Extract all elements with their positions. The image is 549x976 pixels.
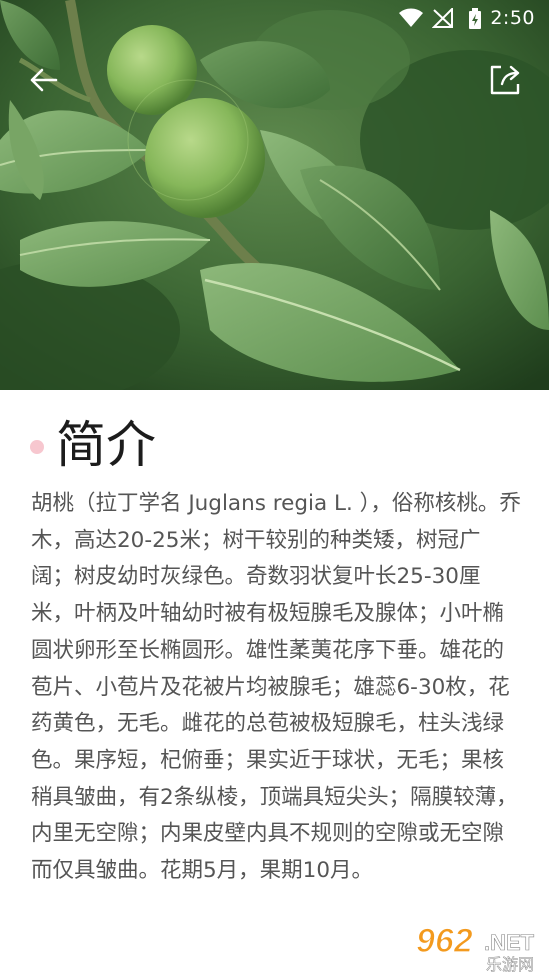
site-watermark: 962 .NET 乐游网 bbox=[414, 920, 544, 974]
title-bullet-dot bbox=[30, 440, 44, 454]
arrow-left-icon bbox=[30, 68, 58, 92]
wifi-icon bbox=[399, 8, 423, 27]
back-button[interactable] bbox=[26, 62, 62, 98]
watermark-suffix: .NET bbox=[484, 930, 535, 955]
watermark-number: 962 bbox=[416, 922, 473, 960]
share-button[interactable] bbox=[487, 62, 523, 98]
article-body: 胡桃（拉丁学名 Juglans regia L. ），俗称核桃。乔木，高达20-… bbox=[31, 491, 521, 884]
section-title: 简介 bbox=[56, 416, 156, 474]
status-bar: 2:50 bbox=[0, 0, 549, 36]
share-icon bbox=[490, 65, 520, 95]
no-signal-icon bbox=[432, 8, 453, 28]
hero-image bbox=[0, 0, 549, 390]
watermark-subtitle: 乐游网 bbox=[486, 955, 534, 972]
battery-charging-icon bbox=[469, 8, 481, 29]
status-time: 2:50 bbox=[490, 7, 535, 29]
walnut-tree-photo bbox=[0, 0, 549, 390]
watermark-logo: 962 .NET 乐游网 bbox=[415, 921, 535, 974]
